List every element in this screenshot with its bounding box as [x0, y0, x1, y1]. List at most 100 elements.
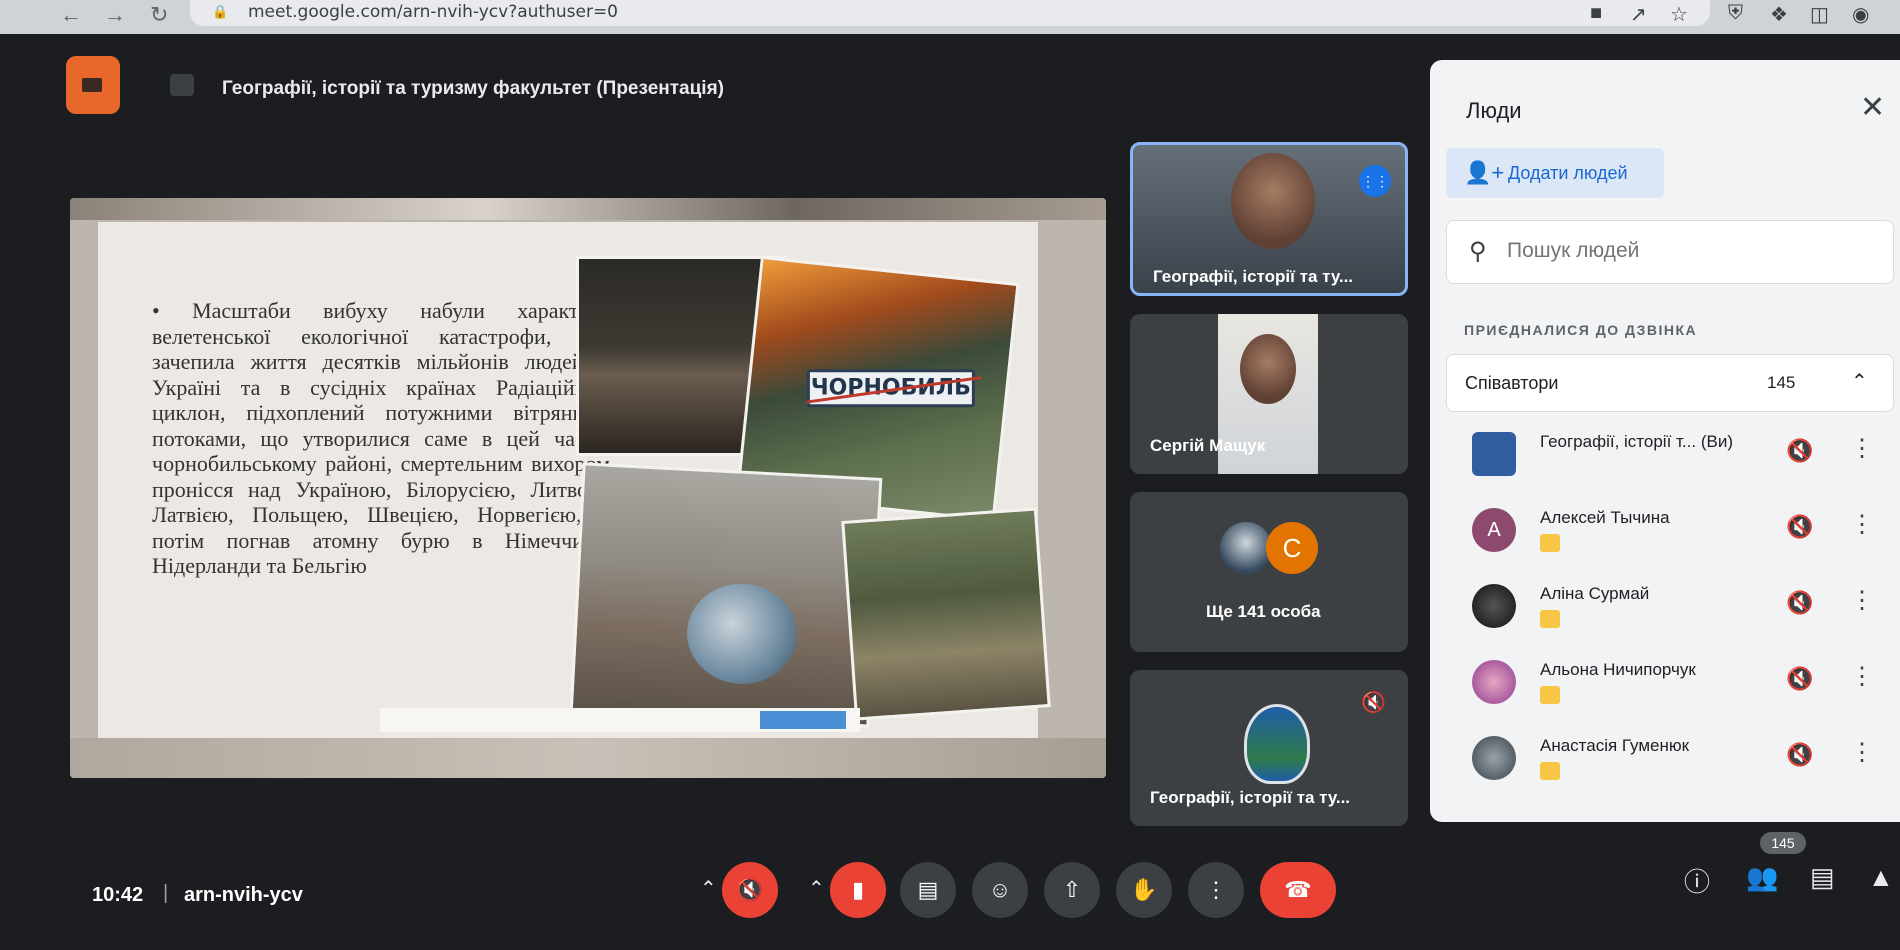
- camera-indicator-icon[interactable]: ■: [1590, 2, 1602, 25]
- meeting-time: 10:42: [92, 884, 144, 906]
- presentation-badge-icon: [1540, 534, 1560, 552]
- avatar: А: [1472, 508, 1516, 552]
- video-tile-presenter[interactable]: ⋮⋮ Географії, історії та ту...: [1130, 142, 1408, 296]
- lock-icon[interactable]: 🔒: [212, 4, 228, 20]
- slide-text: • Масштаби вибуху набули характеру велет…: [152, 298, 610, 578]
- list-item[interactable]: Анастасія Гуменюк 🔇 ⋮: [1446, 726, 1894, 802]
- people-panel: Люди ✕ 👤+ Додати людей ⚲ ПРИЄДНАЛИСЯ ДО …: [1430, 60, 1900, 822]
- search-people[interactable]: ⚲: [1446, 220, 1894, 284]
- tile-name: Географії, історії та ту...: [1150, 788, 1351, 807]
- speaking-indicator-icon: ⋮⋮: [1359, 165, 1391, 197]
- member-name: Аліна Сурмай: [1540, 584, 1650, 603]
- close-icon[interactable]: ✕: [1860, 90, 1885, 125]
- add-person-icon: 👤+: [1464, 160, 1505, 185]
- add-people-label: Додати людей: [1508, 163, 1628, 183]
- add-people-button[interactable]: 👤+ Додати людей: [1446, 148, 1664, 198]
- presentation-slide: • Масштаби вибуху набули характеру велет…: [70, 198, 1106, 778]
- slide-bottom-border: [70, 738, 1106, 778]
- mic-off-icon: 🔇: [1786, 742, 1814, 767]
- url-text[interactable]: meet.google.com/arn-nvih-ycv?authuser=0: [248, 2, 618, 22]
- profile-icon[interactable]: ◉: [1852, 2, 1869, 27]
- avatar: [1472, 736, 1516, 780]
- leave-call-button[interactable]: ☎: [1260, 862, 1336, 918]
- photo-overgrown: [841, 507, 1051, 721]
- video-tile-participant[interactable]: Сергій Мащук: [1130, 314, 1408, 474]
- slide-notification-button[interactable]: [760, 711, 846, 729]
- sidebar-icon[interactable]: ◫: [1810, 2, 1829, 27]
- participants-count-badge: 145: [1760, 832, 1806, 854]
- avatar: С: [1266, 522, 1318, 574]
- bookmark-star-icon[interactable]: ☆: [1670, 2, 1688, 27]
- share-icon[interactable]: ↗: [1630, 2, 1647, 27]
- mic-off-icon: 🔇: [1786, 590, 1814, 615]
- slide-notification-bar: [380, 708, 860, 732]
- shield-extension-icon[interactable]: ⛨: [1728, 2, 1743, 25]
- info-icon[interactable]: ⓘ: [1684, 862, 1710, 899]
- separator: |: [163, 882, 169, 904]
- video-tile-faculty[interactable]: 🔇 Географії, історії та ту...: [1130, 670, 1408, 826]
- chat-icon[interactable]: ▤: [1810, 862, 1835, 893]
- slide-top-border: [70, 198, 1106, 220]
- more-options-icon[interactable]: ⋮: [1850, 662, 1874, 691]
- list-item[interactable]: Аліна Сурмай 🔇 ⋮: [1446, 574, 1894, 650]
- tile-name: Ще 141 особа: [1206, 602, 1321, 621]
- mic-off-icon: 🔇: [1786, 514, 1814, 539]
- presentation-icon: [170, 74, 194, 96]
- contributors-group[interactable]: Співавтори 145 ⌃: [1446, 354, 1894, 412]
- group-label: Співавтори: [1465, 373, 1559, 393]
- tile-name: Сергій Мащук: [1150, 436, 1266, 455]
- avatar: [1472, 432, 1516, 476]
- search-input[interactable]: [1507, 239, 1867, 263]
- mic-off-icon: 🔇: [1786, 666, 1814, 691]
- people-icon[interactable]: 👥: [1746, 862, 1778, 893]
- more-options-icon[interactable]: ⋮: [1850, 738, 1874, 767]
- participant-face: [1240, 334, 1296, 404]
- mic-off-icon: 🔇: [1361, 692, 1386, 714]
- member-name: Алексей Тычина: [1540, 508, 1670, 527]
- avatar: [1472, 660, 1516, 704]
- avatar: [1472, 584, 1516, 628]
- more-options-icon[interactable]: ⋮: [1850, 434, 1874, 463]
- reactions-button[interactable]: ☺: [972, 862, 1028, 918]
- member-name: Географії, історії т... (Ви): [1540, 432, 1734, 451]
- activities-icon[interactable]: ▲: [1868, 862, 1894, 893]
- photo-collage: ЧОРНОБИЛЬ: [569, 256, 1051, 728]
- list-item[interactable]: А Алексей Тычина 🔇 ⋮: [1446, 498, 1894, 574]
- back-icon[interactable]: ←: [60, 2, 82, 28]
- present-button[interactable]: ⇧: [1044, 862, 1100, 918]
- member-name: Альона Ничипорчук: [1540, 660, 1696, 679]
- camera-off-button[interactable]: ▮: [830, 862, 886, 918]
- presentation-badge-icon: [1540, 762, 1560, 780]
- meeting-code: arn-nvih-ycv: [184, 884, 303, 906]
- meet-logo: [66, 56, 120, 114]
- presentation-badge-icon: [1540, 686, 1560, 704]
- microphone-off-button[interactable]: 🔇: [722, 862, 778, 918]
- faculty-crest-avatar: [1244, 704, 1310, 784]
- video-tile-others[interactable]: С Ще 141 особа: [1130, 492, 1408, 652]
- list-item[interactable]: Географії, історії т... (Ви) 🔇 ⋮: [1446, 422, 1894, 498]
- meeting-title: Географії, історії та туризму факультет …: [222, 78, 724, 99]
- mic-off-icon: 🔇: [1786, 438, 1814, 463]
- presentation-badge-icon: [1540, 610, 1560, 628]
- extensions-puzzle-icon[interactable]: ❖: [1770, 2, 1788, 27]
- list-item[interactable]: Альона Ничипорчук 🔇 ⋮: [1446, 650, 1894, 726]
- section-label: ПРИЄДНАЛИСЯ ДО ДЗВІНКА: [1464, 322, 1698, 338]
- participant-video: [1231, 153, 1315, 249]
- reload-icon[interactable]: ↻: [150, 2, 168, 28]
- chevron-up-icon[interactable]: ⌃: [1851, 369, 1868, 394]
- more-options-button[interactable]: ⋮: [1188, 862, 1244, 918]
- forward-icon[interactable]: →: [104, 2, 126, 28]
- member-name: Анастасія Гуменюк: [1540, 736, 1690, 755]
- raise-hand-button[interactable]: ✋: [1116, 862, 1172, 918]
- more-options-icon[interactable]: ⋮: [1850, 510, 1874, 539]
- panel-title: Люди: [1466, 98, 1522, 123]
- tile-name: Географії, історії та ту...: [1153, 267, 1354, 286]
- avatar: [1220, 522, 1272, 574]
- more-options-icon[interactable]: ⋮: [1850, 586, 1874, 615]
- chevron-up-icon[interactable]: ⌃: [808, 876, 825, 901]
- chevron-up-icon[interactable]: ⌃: [700, 876, 717, 901]
- group-count: 145: [1767, 373, 1796, 392]
- browser-toolbar: ← → ↻ 🔒 meet.google.com/arn-nvih-ycv?aut…: [0, 0, 1900, 34]
- photo-ruined-room: [569, 462, 883, 728]
- captions-button[interactable]: ▤: [900, 862, 956, 918]
